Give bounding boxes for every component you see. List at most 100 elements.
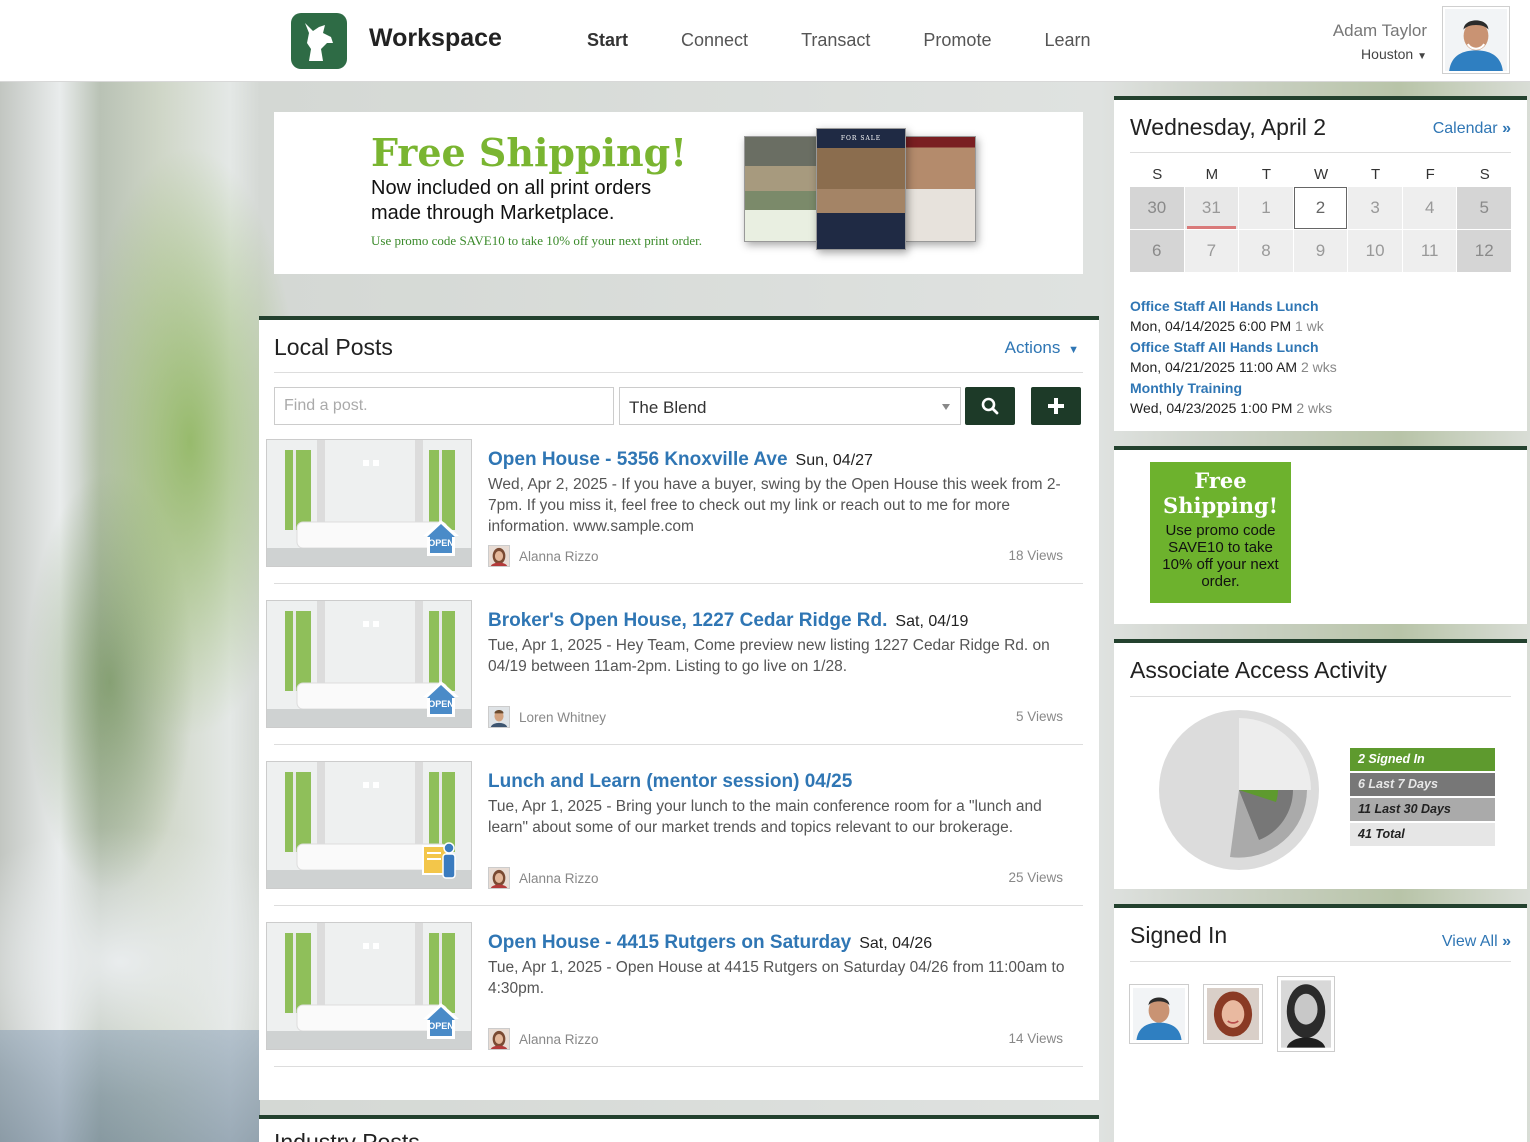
promo-banner[interactable]: Free Shipping! Now included on all print… xyxy=(274,112,1083,274)
top-navigation-bar: Workspace Start Connect Transact Promote… xyxy=(0,0,1530,82)
mini-calendar: S M T W T F S 30 31 1 2 3 4 5 6 7 8 9 10 xyxy=(1130,166,1512,272)
calendar-day[interactable]: 1 xyxy=(1239,187,1293,229)
post-body: Wed, Apr 2, 2025 - If you have a buyer, … xyxy=(488,476,1061,535)
post-thumbnail[interactable] xyxy=(266,761,472,889)
calendar-day[interactable]: 8 xyxy=(1239,230,1293,272)
banner-subtitle: Now included on all print orders made th… xyxy=(371,177,652,224)
search-button[interactable] xyxy=(965,387,1015,425)
post-title[interactable]: Open House - 4415 Rutgers on Saturday Sat… xyxy=(488,932,932,954)
industry-posts-panel: Industry Posts xyxy=(259,1115,1099,1142)
feed-filter-select[interactable]: The Blend xyxy=(619,387,961,425)
user-name[interactable]: Adam Taylor xyxy=(1333,21,1427,41)
post-thumbnail[interactable]: OPEN xyxy=(266,600,472,728)
open-house-icon: OPEN xyxy=(421,679,461,719)
calendar-day[interactable]: 9 xyxy=(1293,230,1348,272)
open-badge-label: OPEN xyxy=(428,538,454,548)
divider xyxy=(1130,152,1511,153)
open-house-icon: OPEN xyxy=(421,1001,461,1041)
post-title-text: Broker's Open House, 1227 Cedar Ridge Rd… xyxy=(488,610,888,631)
divider xyxy=(1130,961,1511,962)
signed-in-avatar[interactable] xyxy=(1203,984,1263,1044)
calendar-week: 30 31 1 2 3 4 5 xyxy=(1130,187,1512,229)
nav-promote[interactable]: Promote xyxy=(923,30,991,51)
activity-legend: 2 Signed In 6 Last 7 Days 11 Last 30 Day… xyxy=(1350,748,1495,848)
post-search-input[interactable] xyxy=(274,387,614,425)
post-title[interactable]: Broker's Open House, 1227 Cedar Ridge Rd… xyxy=(488,610,968,632)
actions-label: Actions xyxy=(1004,338,1061,357)
associate-activity-panel: Associate Access Activity 2 Signed In 6 … xyxy=(1114,639,1527,889)
event-title[interactable]: Monthly Training xyxy=(1130,378,1510,398)
calendar-link[interactable]: Calendar » xyxy=(1433,120,1511,138)
calendar-day[interactable]: 6 xyxy=(1130,230,1184,272)
view-all-link[interactable]: View All » xyxy=(1442,933,1511,951)
flyer-right xyxy=(902,136,976,242)
calendar-day[interactable]: 31 xyxy=(1184,187,1239,229)
free-shipping-ad[interactable]: Free Shipping! Use promo code SAVE10 to … xyxy=(1150,462,1291,603)
event-relative: 1 wk xyxy=(1295,318,1324,334)
event-title[interactable]: Office Staff All Hands Lunch xyxy=(1130,296,1510,316)
post-item[interactable]: Lunch and Learn (mentor session) 04/25 T… xyxy=(266,761,1083,906)
add-post-button[interactable] xyxy=(1031,387,1081,425)
view-all-label: View All xyxy=(1441,933,1498,950)
post-author[interactable]: Alanna Rizzo xyxy=(488,545,599,567)
nav-start[interactable]: Start xyxy=(587,30,628,51)
pie-slice-total xyxy=(1239,718,1311,790)
nav-connect[interactable]: Connect xyxy=(681,30,748,51)
calendar-day-number: 31 xyxy=(1201,198,1221,217)
calendar-day[interactable]: 12 xyxy=(1457,230,1512,272)
signed-in-avatar[interactable] xyxy=(1277,976,1335,1052)
legend-last-30-days[interactable]: 11 Last 30 Days xyxy=(1350,798,1495,821)
location-label: Houston xyxy=(1361,46,1414,62)
event-time: Wed, 04/23/2025 1:00 PM 2 wks xyxy=(1130,398,1510,419)
training-icon xyxy=(421,840,459,880)
calendar-day[interactable]: 11 xyxy=(1402,230,1457,272)
wolf-logo-icon[interactable] xyxy=(291,13,347,69)
legend-last-7-days[interactable]: 6 Last 7 Days xyxy=(1350,773,1495,796)
author-name: Alanna Rizzo xyxy=(519,870,599,886)
location-dropdown[interactable]: Houston ▼ xyxy=(1361,46,1427,62)
event-relative: 2 wks xyxy=(1300,359,1337,375)
calendar-date-title: Wednesday, April 2 xyxy=(1130,114,1327,140)
post-item[interactable]: OPEN Open House - 5356 Knoxville Ave Sun,… xyxy=(266,439,1083,584)
nav-learn[interactable]: Learn xyxy=(1044,30,1090,51)
author-avatar xyxy=(488,1028,510,1050)
calendar-day[interactable]: 3 xyxy=(1348,187,1402,229)
calendar-day-today[interactable]: 2 xyxy=(1293,187,1348,229)
post-title-text: Lunch and Learn (mentor session) 04/25 xyxy=(488,771,853,792)
legend-signed-in[interactable]: 2 Signed In xyxy=(1350,748,1495,771)
main-nav: Start Connect Transact Promote Learn xyxy=(587,30,1144,51)
post-author[interactable]: Alanna Rizzo xyxy=(488,1028,599,1050)
post-author[interactable]: Loren Whitney xyxy=(488,706,606,728)
event-relative: 2 wks xyxy=(1296,400,1333,416)
post-title[interactable]: Lunch and Learn (mentor session) 04/25 xyxy=(488,771,852,793)
post-body: Tue, Apr 1, 2025 - Open House at 4415 Ru… xyxy=(488,959,1065,997)
brand-name: Workspace xyxy=(369,24,502,52)
post-item[interactable]: OPEN Broker's Open House, 1227 Cedar Rid… xyxy=(266,600,1083,745)
calendar-day[interactable]: 4 xyxy=(1402,187,1457,229)
actions-dropdown[interactable]: Actions ▼ xyxy=(1005,338,1079,358)
post-author[interactable]: Alanna Rizzo xyxy=(488,867,599,889)
calendar-day[interactable]: 10 xyxy=(1348,230,1402,272)
calendar-week: 6 7 8 9 10 11 12 xyxy=(1130,230,1512,272)
upcoming-events: Office Staff All Hands Lunch Mon, 04/14/… xyxy=(1130,296,1510,419)
search-icon xyxy=(981,397,999,415)
legend-total[interactable]: 41 Total xyxy=(1350,823,1495,846)
ad-text: Use promo code SAVE10 to take 10% off yo… xyxy=(1162,522,1279,590)
user-avatar[interactable] xyxy=(1442,6,1510,74)
calendar-day[interactable]: 30 xyxy=(1130,187,1184,229)
post-thumbnail[interactable]: OPEN xyxy=(266,439,472,567)
local-posts-title: Local Posts xyxy=(274,334,393,360)
calendar-day[interactable]: 7 xyxy=(1184,230,1239,272)
signed-in-avatar[interactable] xyxy=(1129,984,1189,1044)
select-caret-icon xyxy=(942,404,950,410)
post-item[interactable]: OPEN Open House - 4415 Rutgers on Saturd… xyxy=(266,922,1083,1067)
activity-pie-chart xyxy=(1159,710,1319,870)
nav-transact[interactable]: Transact xyxy=(801,30,870,51)
post-event-date: Sat, 04/19 xyxy=(895,613,969,630)
post-thumbnail[interactable]: OPEN xyxy=(266,922,472,1050)
calendar-day[interactable]: 5 xyxy=(1457,187,1512,229)
weekday-label: M xyxy=(1205,166,1219,183)
divider xyxy=(274,905,1083,906)
event-title[interactable]: Office Staff All Hands Lunch xyxy=(1130,337,1510,357)
post-title[interactable]: Open House - 5356 Knoxville Ave Sun, 04/2… xyxy=(488,449,873,471)
